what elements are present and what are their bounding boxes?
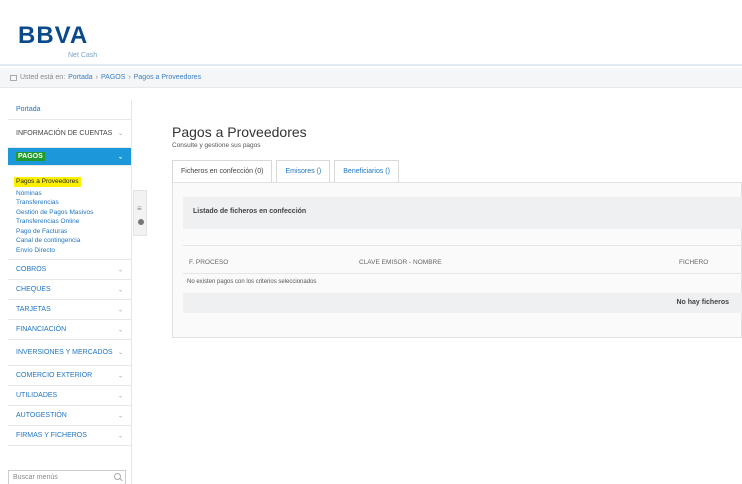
sidebar-item-label: FINANCIACIÓN — [16, 326, 67, 333]
logo-subtitle: Net Cash — [68, 52, 98, 59]
sidebar-item-utilidades[interactable]: UTILIDADES ⌄ — [8, 386, 131, 406]
submenu-pagos-proveedores[interactable]: Pagos a Proveedores — [14, 177, 81, 187]
sidebar-item-comercio-exterior[interactable]: COMERCIO EXTERIOR ⌄ — [8, 366, 131, 386]
column-header-fichero[interactable]: FICHERO — [679, 259, 708, 266]
chevron-down-icon: ⌄ — [117, 130, 123, 137]
sidebar-item-pagos[interactable]: PAGOS ⌄ — [8, 148, 131, 166]
main-header: Pagos a Proveedores Consulte y gestione … — [172, 124, 742, 149]
sidebar-collapse-handle[interactable]: ≡ — [133, 190, 147, 236]
page-subtitle: Consulte y gestione sus pagos — [172, 142, 261, 149]
search-icon[interactable] — [114, 473, 121, 480]
sidebar: Portada INFORMACIÓN DE CUENTAS ⌄ PAGOS ⌄… — [8, 100, 132, 484]
dot-icon — [138, 219, 144, 225]
sidebar-item-label: INFORMACIÓN DE CUENTAS — [16, 129, 113, 137]
menu-lines-icon: ≡ — [137, 204, 142, 213]
search-placeholder: Buscar menús — [13, 474, 58, 481]
tab-ficheros-confeccion[interactable]: Ficheros en confección (0) — [172, 160, 273, 182]
chevron-down-icon: ⌄ — [117, 287, 123, 293]
menu-search-input[interactable]: Buscar menús — [8, 470, 126, 484]
sidebar-item-label: UTILIDADES — [16, 392, 58, 399]
chevron-down-icon: ⌄ — [117, 393, 123, 399]
pagos-submenu: Pagos a Proveedores Nóminas Transferenci… — [8, 166, 131, 260]
column-header-f-proceso[interactable]: F. PROCESO — [189, 259, 228, 266]
breadcrumb-separator: › — [128, 74, 131, 81]
chevron-down-icon: ⌄ — [117, 327, 123, 333]
submenu-canal-contingencia[interactable]: Canal de contingencia — [8, 236, 131, 246]
sidebar-item-label: TARJETAS — [16, 306, 51, 313]
sidebar-item-portada[interactable]: Portada — [8, 100, 131, 120]
tab-bar: Ficheros en confección (0) Emisores () B… — [172, 160, 399, 182]
chevron-down-icon: ⌄ — [117, 433, 123, 439]
sidebar-item-label: AUTOGESTIÓN — [16, 412, 67, 419]
chevron-down-icon: ⌄ — [117, 349, 123, 356]
sidebar-item-inversiones[interactable]: INVERSIONES Y MERCADOS ⌄ — [8, 340, 131, 366]
tab-emisores[interactable]: Emisores () — [276, 160, 331, 182]
breadcrumb-bar: Usted está en: Portada › PAGOS › Pagos a… — [0, 68, 742, 88]
chevron-down-icon: ⌄ — [117, 413, 123, 419]
breadcrumb-pagos[interactable]: PAGOS — [101, 74, 125, 81]
sidebar-item-label: PAGOS — [16, 152, 45, 161]
breadcrumb: Usted está en: Portada › PAGOS › Pagos a… — [10, 74, 201, 81]
sidebar-item-label: COMERCIO EXTERIOR — [16, 372, 93, 379]
column-header-clave-emisor[interactable]: CLAVE EMISOR - NOMBRE — [359, 259, 442, 266]
submenu-pago-facturas[interactable]: Pago de Facturas — [8, 227, 131, 237]
sidebar-item-label: FIRMAS Y FICHEROS — [16, 432, 87, 439]
breadcrumb-pagos-proveedores[interactable]: Pagos a Proveedores — [134, 74, 201, 81]
chevron-down-icon: ⌄ — [117, 373, 123, 379]
tab-panel: Listado de ficheros en confección F. PRO… — [172, 182, 742, 338]
sidebar-item-tarjetas[interactable]: TARJETAS ⌄ — [8, 300, 131, 320]
table-footer: No hay ficheros — [183, 293, 742, 313]
chevron-down-icon: ⌄ — [117, 307, 123, 313]
breadcrumb-portada[interactable]: Portada — [68, 74, 93, 81]
empty-message: No existen pagos con los criterios selec… — [187, 279, 317, 285]
list-title: Listado de ficheros en confección — [183, 197, 742, 229]
submenu-transferencias[interactable]: Transferencias — [8, 198, 131, 208]
submenu-transferencias-online[interactable]: Transferencias Online — [8, 217, 131, 227]
sidebar-item-financiacion[interactable]: FINANCIACIÓN ⌄ — [8, 320, 131, 340]
sidebar-item-firmas-ficheros[interactable]: FIRMAS Y FICHEROS ⌄ — [8, 426, 131, 446]
chevron-down-icon: ⌄ — [117, 154, 123, 160]
breadcrumb-separator: › — [95, 74, 99, 81]
submenu-nominas[interactable]: Nóminas — [8, 189, 131, 199]
divider — [183, 273, 742, 274]
sidebar-item-cheques[interactable]: CHEQUES ⌄ — [8, 280, 131, 300]
sidebar-item-autogestion[interactable]: AUTOGESTIÓN ⌄ — [8, 406, 131, 426]
bbva-logo[interactable]: BBVA — [18, 22, 88, 50]
submenu-pagos-masivos[interactable]: Gestión de Pagos Masivos — [8, 208, 131, 218]
header: BBVA Net Cash — [0, 0, 742, 66]
no-files-label: No hay ficheros — [676, 299, 729, 306]
sidebar-item-informacion-cuentas[interactable]: INFORMACIÓN DE CUENTAS ⌄ — [8, 120, 131, 148]
page-title: Pagos a Proveedores — [172, 124, 307, 140]
divider — [183, 245, 742, 246]
sidebar-item-label: COBROS — [16, 266, 47, 273]
sidebar-item-cobros[interactable]: COBROS ⌄ — [8, 260, 131, 280]
chevron-down-icon: ⌄ — [117, 267, 123, 273]
location-icon — [10, 74, 17, 81]
sidebar-item-label: INVERSIONES Y MERCADOS — [16, 348, 113, 356]
sidebar-item-label: CHEQUES — [16, 286, 51, 293]
tab-beneficiarios[interactable]: Beneficiarios () — [334, 160, 399, 182]
breadcrumb-prefix: Usted está en: — [20, 74, 66, 81]
submenu-envio-directo[interactable]: Envío Directo — [8, 246, 131, 256]
